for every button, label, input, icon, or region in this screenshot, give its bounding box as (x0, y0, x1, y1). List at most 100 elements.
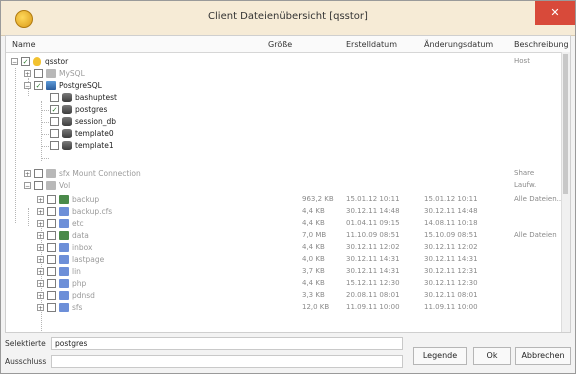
tree-row-mysql[interactable]: + MySQL (6, 68, 562, 80)
expand-toggle[interactable]: + (37, 208, 44, 216)
scrollbar-thumb[interactable] (563, 54, 568, 194)
expand-toggle[interactable]: + (24, 170, 31, 178)
folder-row[interactable]: + data 7,0 MB 11.10.09 08:51 15.10.09 08… (6, 230, 562, 242)
tree-row-db[interactable]: ✓ postgres (6, 104, 562, 116)
database-icon (62, 129, 72, 138)
volume-description: Laufw. (514, 181, 537, 189)
folder-row[interactable]: + sfs 12,0 KB 11.09.11 10:00 11.09.11 10… (6, 302, 562, 314)
expand-toggle[interactable]: + (24, 70, 31, 78)
folder-checkbox[interactable] (47, 195, 56, 204)
tree-row-share[interactable]: + sfx Mount Connection Share (6, 168, 562, 180)
folder-modified: 30.12.11 08:01 (424, 291, 478, 299)
postgresql-checkbox[interactable]: ✓ (34, 81, 43, 90)
folder-icon (59, 243, 69, 252)
expand-toggle[interactable]: + (37, 256, 44, 264)
volume-checkbox[interactable] (34, 181, 43, 190)
folder-row[interactable]: + backup 963,2 KB 15.01.12 10:11 15.01.1… (6, 194, 564, 206)
folder-row[interactable]: + lastpage 4,0 KB 30.12.11 14:31 30.12.1… (6, 254, 562, 266)
db-checkbox[interactable] (50, 93, 59, 102)
selected-field[interactable]: postgres (51, 337, 403, 350)
folder-description: Alle Dateien... (514, 195, 564, 203)
tree-row-postgresql[interactable]: − ✓ PostgreSQL (6, 80, 562, 92)
cancel-button[interactable]: Abbrechen (515, 347, 571, 365)
window-title: Client Dateienübersicht [qsstor] (208, 11, 368, 22)
folder-checkbox[interactable] (47, 207, 56, 216)
mysql-checkbox[interactable] (34, 69, 43, 78)
selected-label: Selektierte (5, 339, 46, 348)
folder-checkbox[interactable] (47, 255, 56, 264)
folder-row[interactable]: + php 4,4 KB 15.12.11 12:30 30.12.11 12:… (6, 278, 562, 290)
excluded-label: Ausschluss (5, 357, 47, 366)
legend-button[interactable]: Legende (413, 347, 467, 365)
expand-toggle[interactable]: + (37, 280, 44, 288)
folder-row[interactable]: + backup.cfs 4,4 KB 30.12.11 14:48 30.12… (6, 206, 562, 218)
folder-checkbox[interactable] (47, 243, 56, 252)
folder-modified: 11.09.11 10:00 (424, 303, 478, 311)
expand-toggle[interactable]: + (37, 268, 44, 276)
folder-size: 4,0 KB (302, 255, 325, 263)
db-checkbox[interactable]: ✓ (50, 105, 59, 114)
root-checkbox[interactable]: ✓ (21, 57, 30, 66)
folder-checkbox[interactable] (47, 231, 56, 240)
folder-row[interactable]: + pdnsd 3,3 KB 20.08.11 08:01 30.12.11 0… (6, 290, 562, 302)
collapse-toggle[interactable]: − (11, 58, 18, 66)
column-size[interactable]: Größe (268, 40, 292, 49)
db-label: postgres (75, 105, 108, 114)
close-button[interactable]: ✕ (535, 1, 575, 25)
folder-description: Alle Dateien (514, 231, 557, 239)
column-name[interactable]: Name (12, 40, 36, 49)
expand-toggle[interactable]: + (37, 244, 44, 252)
tree-row-db[interactable]: template0 (6, 128, 562, 140)
tree-row-db[interactable]: template1 (6, 140, 562, 152)
db-checkbox[interactable] (50, 117, 59, 126)
folder-row[interactable]: + inbox 4,4 KB 30.12.11 12:02 30.12.11 1… (6, 242, 562, 254)
expand-toggle[interactable]: + (37, 304, 44, 312)
expand-toggle[interactable]: + (37, 232, 44, 240)
postgresql-label: PostgreSQL (59, 81, 102, 90)
vertical-scrollbar[interactable] (561, 52, 570, 332)
expand-toggle[interactable]: + (37, 196, 44, 204)
column-created[interactable]: Erstelldatum (346, 40, 397, 49)
db-label: bashuptest (75, 93, 117, 102)
tree-row-db[interactable]: session_db (6, 116, 562, 128)
folder-row[interactable]: + etc 4,4 KB 01.04.11 09:15 14.08.11 10:… (6, 218, 562, 230)
column-description[interactable]: Beschreibung (514, 40, 569, 49)
folder-icon (59, 255, 69, 264)
column-modified[interactable]: Änderungsdatum (424, 40, 493, 49)
folder-checkbox[interactable] (47, 303, 56, 312)
share-checkbox[interactable] (34, 169, 43, 178)
folder-checkbox[interactable] (47, 267, 56, 276)
tree-row-volume[interactable]: − Vol Laufw. (6, 180, 562, 192)
column-header: Name Größe Erstelldatum Änderungsdatum B… (6, 36, 570, 53)
tree-row-root[interactable]: − ✓ qsstor Host (6, 56, 562, 68)
expand-toggle[interactable]: + (37, 292, 44, 300)
folder-modified: 15.10.09 08:51 (424, 231, 478, 239)
folder-modified: 30.12.11 14:31 (424, 255, 478, 263)
folder-icon (59, 207, 69, 216)
collapse-toggle[interactable]: − (24, 182, 31, 190)
close-icon: ✕ (550, 6, 560, 19)
db-checkbox[interactable] (50, 129, 59, 138)
folder-size: 7,0 MB (302, 231, 327, 239)
folder-row[interactable]: + lin 3,7 KB 30.12.11 14:31 30.12.11 12:… (6, 266, 562, 278)
shared-folder-icon (59, 231, 69, 240)
folder-checkbox[interactable] (47, 219, 56, 228)
folder-created: 30.12.11 12:02 (346, 243, 400, 251)
folder-modified: 30.12.11 12:02 (424, 243, 478, 251)
volume-label: Vol (59, 181, 71, 190)
folder-checkbox[interactable] (47, 279, 56, 288)
folder-modified: 30.12.11 12:30 (424, 279, 478, 287)
folder-checkbox[interactable] (47, 291, 56, 300)
folder-size: 4,4 KB (302, 243, 325, 251)
folder-size: 963,2 KB (302, 195, 334, 203)
folder-created: 20.08.11 08:01 (346, 291, 400, 299)
folder-icon (59, 267, 69, 276)
postgresql-icon (46, 81, 56, 90)
tree-row-db[interactable]: bashuptest (6, 92, 562, 104)
excluded-field[interactable] (51, 355, 403, 368)
db-checkbox[interactable] (50, 141, 59, 150)
ok-button[interactable]: Ok (473, 347, 511, 365)
collapse-toggle[interactable]: − (24, 82, 31, 90)
expand-toggle[interactable]: + (37, 220, 44, 228)
folder-created: 11.10.09 08:51 (346, 231, 400, 239)
